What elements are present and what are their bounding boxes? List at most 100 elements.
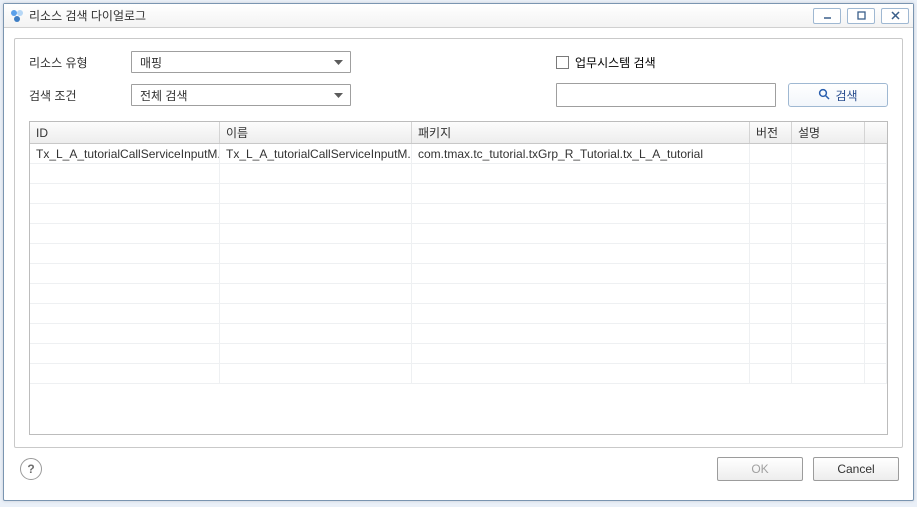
table-cell-name	[220, 364, 412, 383]
table-cell-ver	[750, 344, 792, 363]
table-cell-desc	[792, 364, 865, 383]
table-row	[30, 244, 887, 264]
table-cell-spacer	[865, 324, 887, 343]
column-header-package[interactable]: 패키지	[412, 122, 750, 143]
table-cell-spacer	[865, 344, 887, 363]
titlebar: 리소스 검색 다이얼로그	[4, 4, 913, 28]
table-cell-id	[30, 324, 220, 343]
table-cell-desc	[792, 264, 865, 283]
table-cell-name: Tx_L_A_tutorialCallServiceInputM...	[220, 144, 412, 163]
table-cell-desc	[792, 144, 865, 163]
table-cell-ver	[750, 304, 792, 323]
table-row[interactable]: Tx_L_A_tutorialCallServiceInputM...Tx_L_…	[30, 144, 887, 164]
table-cell-desc	[792, 244, 865, 263]
table-cell-id	[30, 304, 220, 323]
table-row	[30, 264, 887, 284]
table-cell-pkg	[412, 304, 750, 323]
table-body: Tx_L_A_tutorialCallServiceInputM...Tx_L_…	[30, 144, 887, 384]
search-input[interactable]	[556, 83, 776, 107]
table-cell-pkg	[412, 264, 750, 283]
minimize-button[interactable]	[813, 8, 841, 24]
table-cell-desc	[792, 344, 865, 363]
table-cell-name	[220, 244, 412, 263]
help-icon: ?	[27, 462, 34, 476]
table-row	[30, 224, 887, 244]
table-cell-name	[220, 184, 412, 203]
table-cell-desc	[792, 224, 865, 243]
table-cell-desc	[792, 324, 865, 343]
table-cell-name	[220, 204, 412, 223]
table-cell-ver	[750, 164, 792, 183]
search-condition-value: 전체 검색	[140, 87, 188, 104]
help-button[interactable]: ?	[20, 458, 42, 480]
app-icon	[10, 9, 24, 23]
table-cell-spacer	[865, 204, 887, 223]
table-cell-desc	[792, 284, 865, 303]
chevron-down-icon	[330, 60, 346, 65]
table-row	[30, 324, 887, 344]
cancel-button-label: Cancel	[837, 462, 874, 476]
table-row	[30, 184, 887, 204]
table-cell-pkg	[412, 344, 750, 363]
column-header-spacer	[865, 122, 887, 143]
table-cell-pkg	[412, 224, 750, 243]
column-header-id[interactable]: ID	[30, 122, 220, 143]
dialog-content: 리소스 유형 매핑 업무시스템 검색 검색 조건 전체 검색	[4, 28, 913, 500]
table-cell-spacer	[865, 164, 887, 183]
ok-button-label: OK	[751, 462, 768, 476]
table-cell-id	[30, 184, 220, 203]
table-header-row: ID 이름 패키지 버전 설명	[30, 122, 887, 144]
table-row	[30, 344, 887, 364]
table-cell-spacer	[865, 184, 887, 203]
column-header-description[interactable]: 설명	[792, 122, 865, 143]
table-cell-spacer	[865, 244, 887, 263]
table-cell-pkg	[412, 164, 750, 183]
results-table: ID 이름 패키지 버전 설명 Tx_L_A_tutorialCallServi…	[29, 121, 888, 435]
table-cell-desc	[792, 304, 865, 323]
column-header-name[interactable]: 이름	[220, 122, 412, 143]
inner-frame: 리소스 유형 매핑 업무시스템 검색 검색 조건 전체 검색	[14, 38, 903, 448]
search-icon	[818, 88, 830, 103]
table-cell-spacer	[865, 364, 887, 383]
maximize-button[interactable]	[847, 8, 875, 24]
table-cell-id	[30, 244, 220, 263]
table-cell-name	[220, 224, 412, 243]
resource-type-combo[interactable]: 매핑	[131, 51, 351, 73]
table-cell-pkg	[412, 324, 750, 343]
table-cell-ver	[750, 224, 792, 243]
ok-button[interactable]: OK	[717, 457, 803, 481]
table-cell-name	[220, 284, 412, 303]
window-title: 리소스 검색 다이얼로그	[29, 7, 813, 24]
table-cell-pkg	[412, 184, 750, 203]
table-cell-id	[30, 264, 220, 283]
table-row	[30, 164, 887, 184]
table-cell-ver	[750, 364, 792, 383]
table-cell-id: Tx_L_A_tutorialCallServiceInputM...	[30, 144, 220, 163]
column-header-version[interactable]: 버전	[750, 122, 792, 143]
table-cell-spacer	[865, 284, 887, 303]
biz-system-checkbox-label: 업무시스템 검색	[575, 54, 656, 71]
table-cell-desc	[792, 164, 865, 183]
search-button[interactable]: 검색	[788, 83, 888, 107]
table-cell-name	[220, 164, 412, 183]
form-area: 리소스 유형 매핑 업무시스템 검색 검색 조건 전체 검색	[29, 51, 888, 107]
table-cell-name	[220, 324, 412, 343]
table-row	[30, 204, 887, 224]
table-cell-desc	[792, 204, 865, 223]
search-condition-combo[interactable]: 전체 검색	[131, 84, 351, 106]
search-condition-label: 검색 조건	[29, 87, 119, 104]
dialog-window: 리소스 검색 다이얼로그 리소스 유형 매핑 업무시스템 검색	[3, 3, 914, 501]
biz-system-checkbox[interactable]: 업무시스템 검색	[556, 54, 776, 71]
window-controls	[813, 8, 909, 24]
table-cell-spacer	[865, 264, 887, 283]
table-cell-id	[30, 204, 220, 223]
resource-type-label: 리소스 유형	[29, 54, 119, 71]
table-cell-name	[220, 264, 412, 283]
cancel-button[interactable]: Cancel	[813, 457, 899, 481]
table-row	[30, 364, 887, 384]
table-cell-ver	[750, 144, 792, 163]
close-button[interactable]	[881, 8, 909, 24]
checkbox-box-icon	[556, 56, 569, 69]
table-row	[30, 284, 887, 304]
table-cell-pkg	[412, 284, 750, 303]
